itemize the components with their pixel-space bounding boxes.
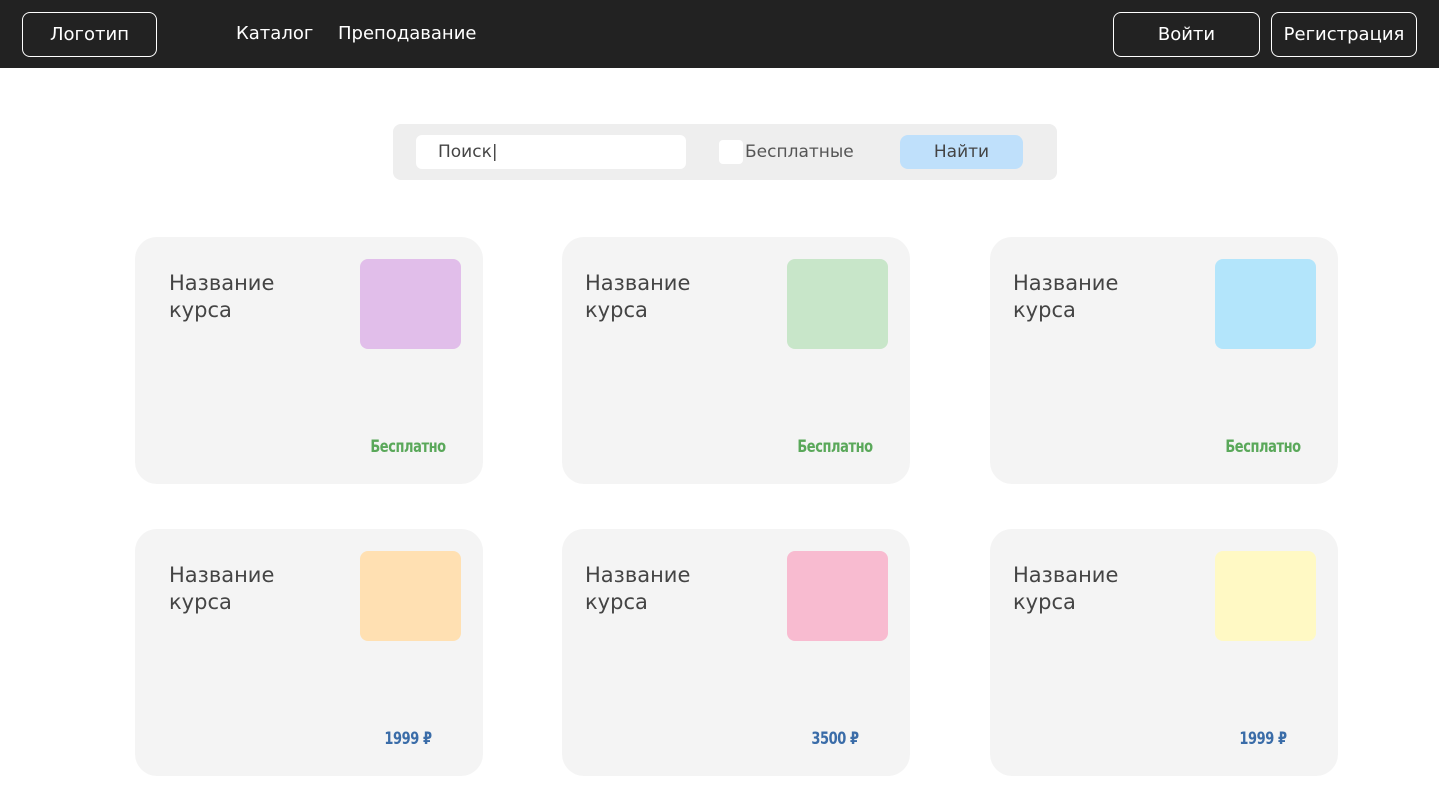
course-title: Название курса xyxy=(169,271,275,322)
course-thumbnail xyxy=(1215,551,1316,641)
logo-button[interactable]: Логотип xyxy=(22,12,157,57)
course-card[interactable]: Название курса 1999 ₽ xyxy=(135,529,483,776)
course-thumbnail xyxy=(360,551,461,641)
course-price: Бесплатно xyxy=(370,437,446,457)
course-thumbnail xyxy=(787,551,888,641)
course-title: Название курса xyxy=(1013,563,1119,614)
course-card[interactable]: Название курса Бесплатно xyxy=(562,237,910,484)
course-card[interactable]: Название курса Бесплатно xyxy=(135,237,483,484)
top-header: Логотип Каталог Преподавание Войти Регис… xyxy=(0,0,1439,68)
login-button[interactable]: Войти xyxy=(1113,12,1260,57)
search-input[interactable] xyxy=(416,135,686,169)
free-only-checkbox[interactable] xyxy=(719,140,743,164)
course-price: 1999 ₽ xyxy=(1239,729,1287,749)
register-button[interactable]: Регистрация xyxy=(1271,12,1417,57)
nav-teaching-link[interactable]: Преподавание xyxy=(338,22,476,46)
course-card[interactable]: Название курса 3500 ₽ xyxy=(562,529,910,776)
free-only-label: Бесплатные xyxy=(745,142,854,162)
course-price: 3500 ₽ xyxy=(811,729,859,749)
course-price: 1999 ₽ xyxy=(384,729,432,749)
course-title: Название курса xyxy=(169,563,275,614)
course-title: Название курса xyxy=(1013,271,1119,322)
course-thumbnail xyxy=(787,259,888,349)
course-price: Бесплатно xyxy=(1225,437,1301,457)
course-card[interactable]: Название курса 1999 ₽ xyxy=(990,529,1338,776)
course-title: Название курса xyxy=(585,271,691,322)
find-button[interactable]: Найти xyxy=(900,135,1023,169)
search-bar: Бесплатные Найти xyxy=(393,124,1057,180)
nav-catalog-link[interactable]: Каталог xyxy=(236,22,313,46)
course-thumbnail xyxy=(360,259,461,349)
course-price: Бесплатно xyxy=(797,437,873,457)
course-card[interactable]: Название курса Бесплатно xyxy=(990,237,1338,484)
course-title: Название курса xyxy=(585,563,691,614)
course-thumbnail xyxy=(1215,259,1316,349)
